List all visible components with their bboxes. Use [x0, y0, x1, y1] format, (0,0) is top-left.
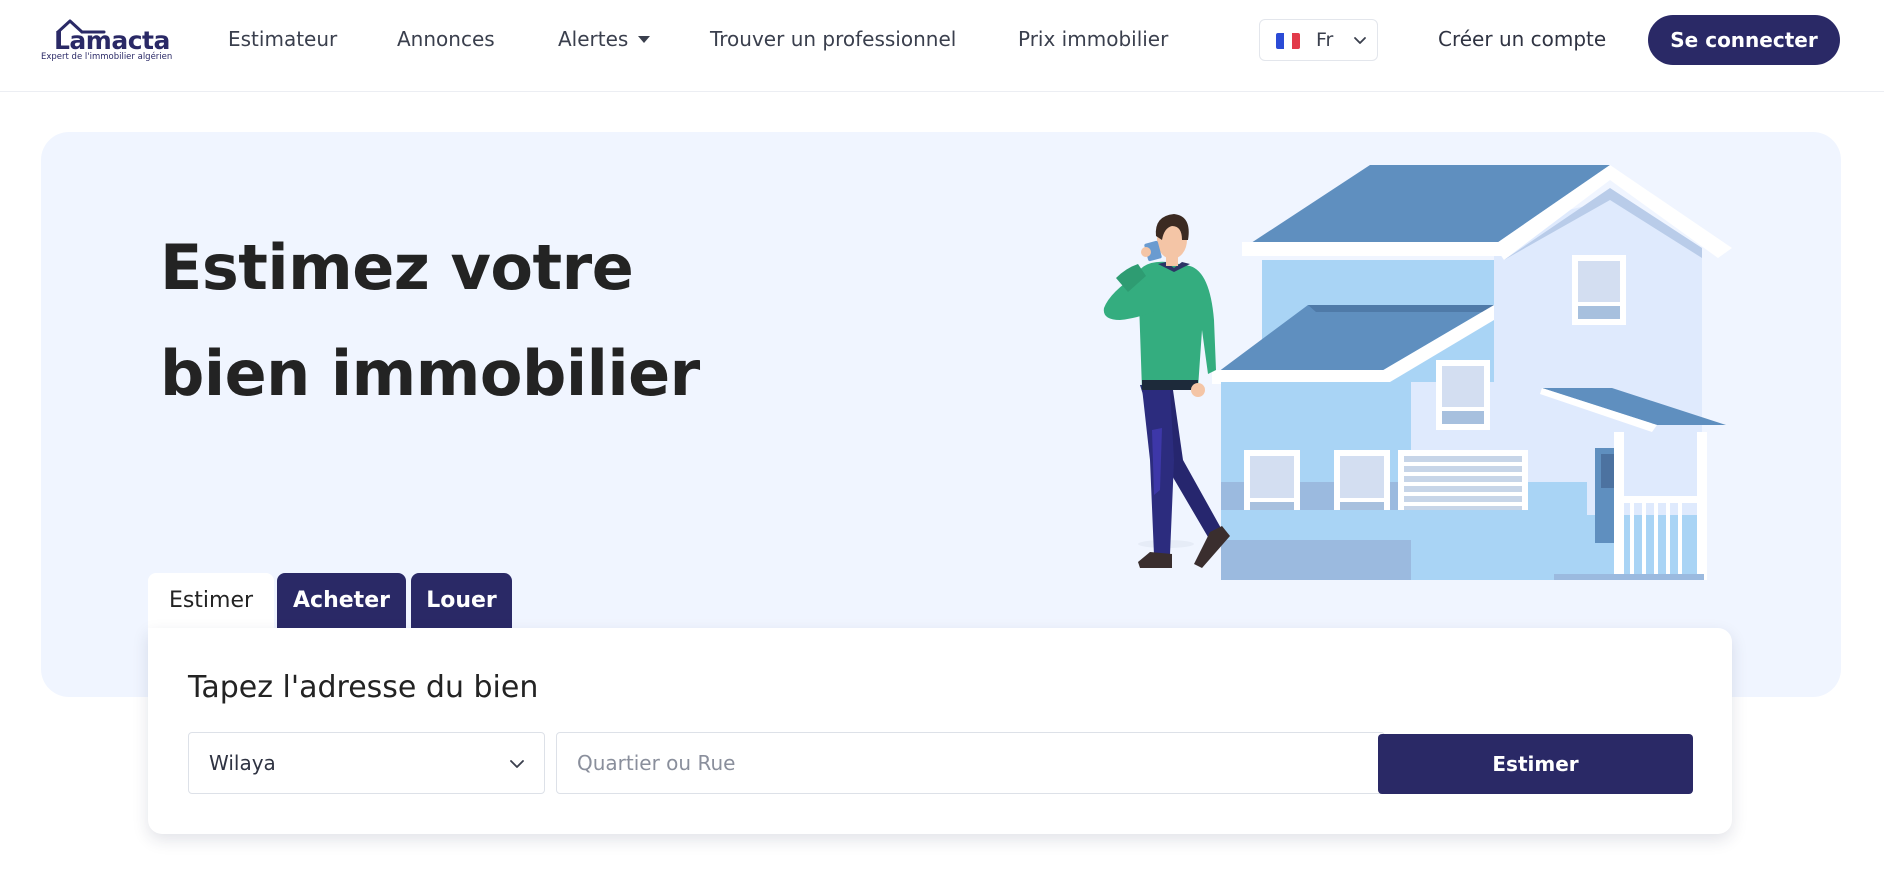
chevron-down-icon — [510, 760, 524, 768]
lamacta-logo[interactable]: Lamacta Expert de l'immobilier algérien — [40, 16, 173, 66]
nav-trouver-professionnel[interactable]: Trouver un professionnel — [710, 27, 956, 51]
tab-estimer[interactable]: Estimer — [148, 573, 274, 628]
chevron-down-icon — [1354, 37, 1366, 44]
page: Lamacta Expert de l'immobilier algérien … — [0, 0, 1884, 874]
hero-title: Estimez votre bien immobilier — [160, 215, 700, 427]
wilaya-select[interactable]: Wilaya — [188, 732, 545, 794]
wilaya-select-value: Wilaya — [209, 751, 276, 775]
nav-prix-immobilier[interactable]: Prix immobilier — [1018, 27, 1168, 51]
login-button[interactable]: Se connecter — [1648, 15, 1840, 65]
caret-down-icon — [638, 36, 651, 43]
man-on-phone-with-house-illustration — [1103, 165, 1732, 580]
logo-wordmark: Lamacta — [54, 26, 170, 55]
address-search-card: Tapez l'adresse du bien Wilaya Estimer — [148, 628, 1732, 834]
nav-alertes-dropdown[interactable]: Alertes — [558, 27, 651, 51]
hero-title-line-2: bien immobilier — [160, 337, 700, 410]
search-title: Tapez l'adresse du bien — [188, 670, 539, 705]
tab-louer[interactable]: Louer — [411, 573, 512, 628]
top-navbar: Lamacta Expert de l'immobilier algérien … — [0, 0, 1884, 92]
nav-alertes-label: Alertes — [558, 27, 629, 51]
estimer-submit-button[interactable]: Estimer — [1378, 734, 1693, 794]
language-selector[interactable]: Fr — [1259, 19, 1378, 61]
tab-acheter[interactable]: Acheter — [277, 573, 406, 628]
create-account-link[interactable]: Créer un compte — [1438, 27, 1606, 51]
nav-estimateur[interactable]: Estimateur — [228, 27, 337, 51]
nav-annonces[interactable]: Annonces — [397, 27, 495, 51]
street-input[interactable] — [556, 732, 1385, 794]
logo-tagline: Expert de l'immobilier algérien — [41, 52, 173, 62]
language-code: Fr — [1316, 29, 1334, 51]
france-flag-icon — [1276, 33, 1300, 49]
hero-title-line-1: Estimez votre — [160, 231, 634, 304]
